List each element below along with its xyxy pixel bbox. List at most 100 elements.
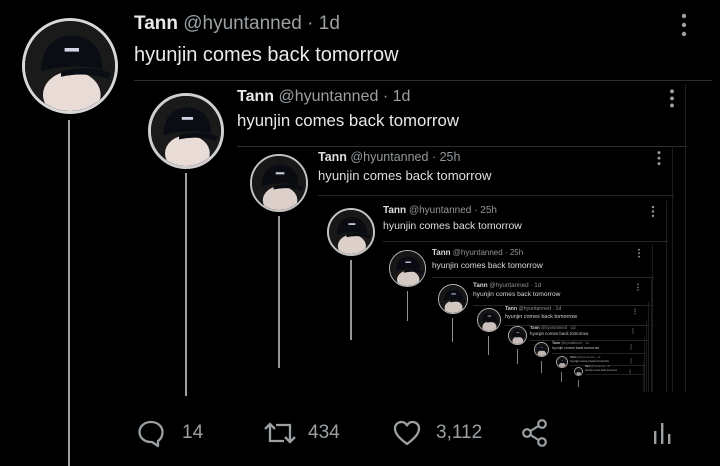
- separator-dot: ·: [474, 205, 478, 216]
- tweet-text: hyunjin comes back tomorrow: [530, 331, 589, 337]
- timestamp: 1d: [534, 282, 542, 289]
- retweet-icon: [264, 422, 296, 444]
- thread-line: [278, 216, 280, 368]
- timestamp: 1d: [555, 306, 562, 312]
- tweet-text: hyunjin comes back tomorrow: [318, 168, 492, 184]
- tweet-header: Tann @hyuntanned · 1d: [505, 306, 561, 312]
- avatar: [477, 308, 501, 332]
- timestamp: 25h: [480, 205, 497, 216]
- tweet-header: Tann @hyuntanned · 1d: [473, 282, 541, 289]
- more-vertical-icon: [667, 88, 677, 109]
- display-name: Tann: [473, 282, 488, 289]
- tweet-text: hyunjin comes back tomorrow: [134, 44, 399, 66]
- timestamp: 1d: [607, 366, 610, 368]
- header-separator: [383, 241, 668, 242]
- tweet-text: hyunjin comes back tomorrow: [383, 219, 522, 232]
- tweet-header: Tann @hyuntanned · 1d: [134, 13, 340, 35]
- tweet-text: hyunjin comes back tomorrow: [585, 369, 617, 373]
- reply-icon: [138, 420, 164, 448]
- more-vertical-icon: [630, 306, 640, 315]
- thread-line: [577, 380, 579, 388]
- display-name: Tann: [383, 205, 407, 216]
- display-name: Tann: [432, 248, 451, 257]
- avatar: [574, 367, 583, 376]
- separator-dot: ·: [307, 13, 314, 34]
- frame-edge: [652, 244, 653, 392]
- thread-line: [350, 260, 352, 340]
- username: @hyuntanned: [590, 366, 606, 368]
- thread-line: [68, 120, 70, 466]
- frame-edge: [666, 201, 667, 392]
- avatar[interactable]: [22, 18, 118, 114]
- retweet-count: 434: [308, 422, 340, 443]
- tweet-text: hyunjin comes back tomorrow: [237, 111, 459, 131]
- reply-button[interactable]: 14: [136, 418, 203, 448]
- retweet-button[interactable]: 434: [262, 418, 340, 448]
- separator-dot: ·: [431, 150, 437, 164]
- tweet-header: Tann @hyuntanned · 1d: [237, 88, 410, 106]
- tweet-header: Tann @hyuntanned · 1d: [585, 366, 610, 368]
- share-button[interactable]: [520, 418, 550, 448]
- analytics-icon: [654, 423, 671, 444]
- more-vertical-icon: [654, 150, 664, 166]
- like-button[interactable]: 3,112: [392, 418, 482, 448]
- avatar: [534, 342, 549, 357]
- timestamp: 1d: [392, 88, 411, 105]
- thread-line: [488, 336, 489, 356]
- share-icon: [522, 419, 547, 447]
- username: @hyuntanned: [408, 205, 472, 216]
- timestamp: 1d: [570, 325, 576, 330]
- more-vertical-icon: [634, 248, 644, 258]
- more-vertical-icon: [648, 205, 658, 218]
- avatar: [148, 93, 224, 169]
- heart-icon: [393, 420, 421, 446]
- thread-line: [406, 291, 408, 321]
- username: @hyuntanned: [560, 341, 582, 345]
- display-name: Tann: [237, 88, 275, 105]
- header-separator: [473, 304, 653, 306]
- frame-edge: [643, 362, 644, 392]
- tweet-text: hyunjin comes back tomorrow: [552, 345, 600, 350]
- timestamp: 1d: [585, 341, 589, 345]
- more-vertical-icon[interactable]: [676, 12, 692, 38]
- avatar: [389, 250, 426, 287]
- main-tweet[interactable]: Tann @hyuntanned · 1d hyunjin comes back…: [0, 0, 720, 466]
- tweet-header: Tann @hyuntanned · 25h: [432, 248, 523, 257]
- username: @hyuntanned: [452, 248, 503, 257]
- display-name[interactable]: Tann: [134, 13, 178, 34]
- avatar: [556, 356, 568, 368]
- username: @hyuntanned: [540, 325, 568, 330]
- separator-dot: ·: [568, 325, 570, 330]
- timestamp[interactable]: 1d: [319, 13, 340, 34]
- username[interactable]: @hyuntanned: [183, 13, 302, 34]
- timestamp: 25h: [439, 150, 461, 164]
- thread-line: [185, 173, 187, 396]
- separator-dot: ·: [504, 248, 508, 257]
- header-separator: [134, 80, 712, 81]
- frame-edge: [672, 146, 673, 392]
- thread-line: [516, 349, 518, 365]
- analytics-button[interactable]: [652, 420, 672, 446]
- avatar: [508, 326, 527, 345]
- separator-dot: ·: [530, 282, 533, 289]
- tweet-text: hyunjin comes back tomorrow: [505, 313, 578, 320]
- username: @hyuntanned: [278, 88, 379, 105]
- avatar: [438, 284, 468, 314]
- header-separator: [318, 195, 674, 196]
- avatar: [327, 208, 375, 256]
- display-name: Tann: [505, 306, 518, 312]
- username: @hyuntanned: [350, 150, 429, 164]
- more-vertical-icon: [633, 282, 643, 291]
- frame-edge: [646, 321, 647, 392]
- username: @hyuntanned: [489, 282, 529, 289]
- tweet-text: hyunjin comes back tomorrow: [473, 291, 561, 299]
- more-vertical-icon: [628, 325, 638, 334]
- tweet-text: hyunjin comes back tomorrow: [432, 259, 543, 270]
- display-name: Tann: [552, 341, 560, 345]
- tweet-header: Tann @hyuntanned · 1d: [530, 325, 575, 330]
- tweet-header: Tann @hyuntanned · 25h: [318, 150, 460, 164]
- header-separator: [237, 145, 687, 147]
- username: @hyuntanned: [518, 306, 551, 312]
- tweet-header: Tann @hyuntanned · 25h: [383, 205, 497, 216]
- header-separator: [585, 374, 645, 376]
